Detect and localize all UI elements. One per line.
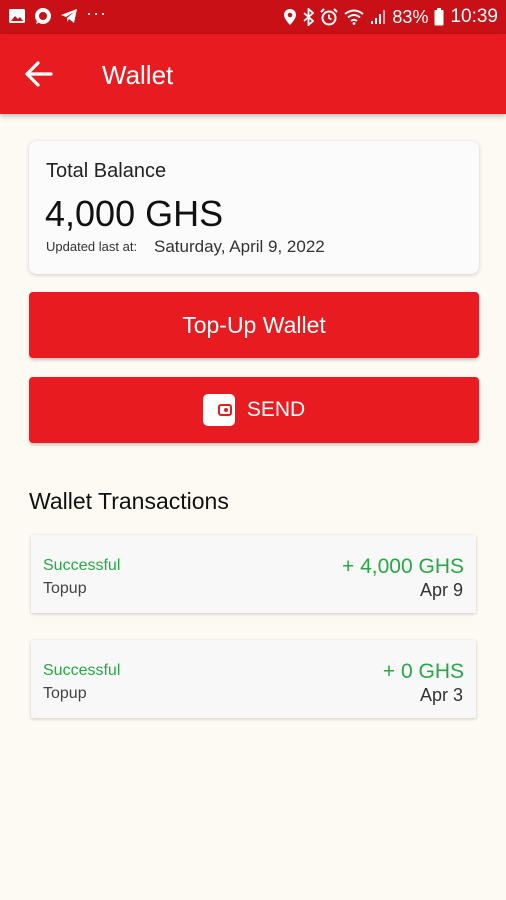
balance-card: Total Balance 4,000 GHS Updated last at:…	[29, 141, 479, 274]
send-button[interactable]: SEND	[29, 377, 479, 443]
back-button[interactable]	[24, 60, 54, 88]
battery-icon	[434, 8, 444, 26]
wallet-icon	[202, 394, 235, 426]
wifi-icon	[344, 9, 365, 25]
transactions-title: Wallet Transactions	[29, 488, 229, 514]
transaction-status: Successful	[43, 557, 121, 574]
transaction-date: Apr 3	[419, 685, 463, 705]
updated-label: Updated last at:	[46, 239, 138, 254]
transaction-type: Topup	[43, 580, 87, 597]
signal-icon	[371, 10, 386, 24]
more-notifications: ···	[86, 3, 107, 23]
transaction-item[interactable]: Successful Topup + 4,000 GHS Apr 9	[31, 535, 476, 613]
balance-amount: 4,000 GHS	[45, 193, 224, 234]
arrow-left-icon	[25, 61, 53, 87]
balance-label: Total Balance	[46, 160, 167, 182]
transaction-amount: + 0 GHS	[382, 660, 464, 683]
bluetooth-icon	[303, 8, 315, 26]
app-bar: Wallet	[0, 34, 506, 114]
status-bar: ··· 83% 10:39	[0, 0, 506, 34]
battery-percentage: 83%	[392, 6, 429, 27]
alarm-icon	[320, 8, 339, 26]
send-label: SEND	[246, 398, 306, 421]
clock: 10:39	[450, 6, 498, 27]
location-icon	[284, 9, 297, 25]
transaction-amount: + 4,000 GHS	[342, 555, 464, 578]
status-bar-left: ···	[8, 3, 107, 25]
transaction-date: Apr 9	[419, 580, 463, 600]
page-title: Wallet	[102, 60, 174, 90]
updated-date: Saturday, April 9, 2022	[154, 237, 325, 256]
status-bar-right: 83% 10:39	[283, 6, 498, 28]
transaction-type: Topup	[43, 685, 87, 702]
topup-wallet-label: Top-Up Wallet	[182, 311, 326, 338]
image-icon	[9, 9, 25, 23]
telegram-icon	[61, 9, 77, 23]
topup-wallet-button[interactable]: Top-Up Wallet	[29, 292, 479, 358]
whatsapp-icon	[35, 8, 51, 24]
transaction-status: Successful	[43, 662, 121, 679]
transaction-item[interactable]: Successful Topup + 0 GHS Apr 3	[31, 640, 476, 718]
